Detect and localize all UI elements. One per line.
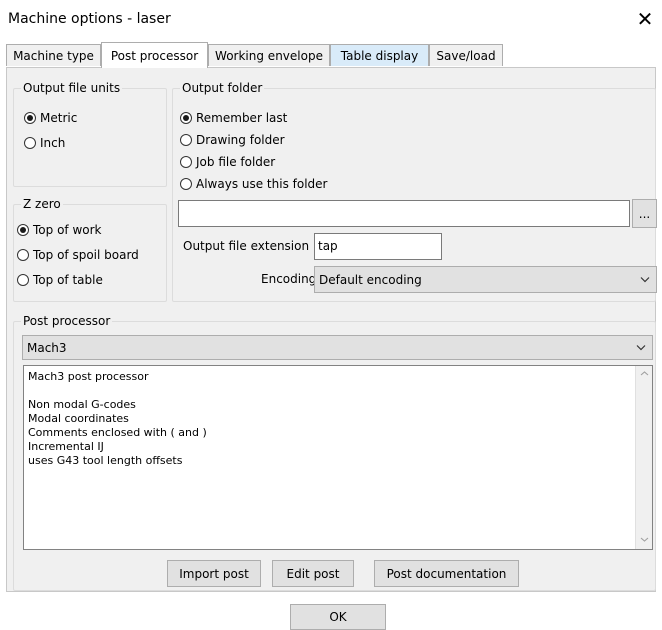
chevron-down-icon <box>636 342 646 353</box>
radio-top-of-spoil-board[interactable]: Top of spoil board <box>17 246 139 264</box>
window-title: Machine options - laser <box>8 11 171 27</box>
tab-working-envelope[interactable]: Working envelope <box>208 44 330 66</box>
radio-label: Top of work <box>33 223 102 237</box>
group-title: Z zero <box>21 197 63 211</box>
encoding-value: Default encoding <box>319 272 422 287</box>
z-zero-group: Z zero Top of work Top of spoil board To… <box>13 197 167 302</box>
radio-label: Top of spoil board <box>33 248 139 262</box>
encoding-select[interactable]: Default encoding <box>314 266 657 293</box>
description-line: Comments enclosed with ( and ) <box>28 426 207 439</box>
scroll-up-icon[interactable] <box>636 366 652 383</box>
radio-unchecked-icon <box>180 134 192 146</box>
ok-button[interactable]: OK <box>290 604 386 630</box>
radio-label: Inch <box>40 136 66 150</box>
description-line: Mach3 post processor <box>28 370 149 383</box>
radio-checked-icon <box>180 112 192 124</box>
radio-checked-icon <box>17 224 29 236</box>
radio-job-file-folder[interactable]: Job file folder <box>180 153 275 171</box>
radio-label: Top of table <box>33 273 103 287</box>
post-description-textarea[interactable]: Mach3 post processor Non modal G-codes M… <box>23 365 653 550</box>
chevron-down-icon <box>640 274 650 285</box>
post-processor-select[interactable]: Mach3 <box>22 335 653 360</box>
radio-label: Always use this folder <box>196 177 328 191</box>
radio-label: Drawing folder <box>196 133 285 147</box>
output-folder-group: Output folder Remember last Drawing fold… <box>172 81 657 302</box>
radio-unchecked-icon <box>180 156 192 168</box>
group-title: Post processor <box>21 314 113 328</box>
post-processor-group: Post processor Mach3 Mach3 post processo… <box>13 314 656 591</box>
vertical-scrollbar[interactable] <box>635 366 652 549</box>
description-line: Incremental IJ <box>28 440 104 453</box>
extension-input[interactable]: tap <box>314 233 442 260</box>
edit-post-button[interactable]: Edit post <box>272 560 354 587</box>
output-units-group: Output file units Metric Inch <box>13 81 167 187</box>
radio-unchecked-icon <box>17 249 29 261</box>
radio-metric[interactable]: Metric <box>24 109 77 127</box>
group-title: Output file units <box>21 81 123 95</box>
tab-panel: Output file units Metric Inch Z zero Top… <box>6 67 657 592</box>
scroll-down-icon[interactable] <box>636 532 652 549</box>
post-documentation-button[interactable]: Post documentation <box>374 560 519 587</box>
tab-table-display[interactable]: Table display <box>330 44 429 66</box>
radio-unchecked-icon <box>180 178 192 190</box>
radio-inch[interactable]: Inch <box>24 134 65 152</box>
radio-top-of-table[interactable]: Top of table <box>17 271 103 289</box>
tab-machine-type[interactable]: Machine type <box>6 44 101 66</box>
extension-label: Output file extension <box>183 239 310 253</box>
group-title: Output folder <box>180 81 265 95</box>
import-post-button[interactable]: Import post <box>167 560 261 587</box>
post-processor-value: Mach3 <box>27 340 67 355</box>
close-icon[interactable]: ✕ <box>632 6 658 32</box>
radio-drawing-folder[interactable]: Drawing folder <box>180 131 285 149</box>
folder-path-input[interactable] <box>178 200 630 227</box>
description-line: Non modal G-codes <box>28 398 136 411</box>
radio-top-of-work[interactable]: Top of work <box>17 221 101 239</box>
tab-post-processor[interactable]: Post processor <box>101 42 208 68</box>
browse-folder-button[interactable]: ... <box>632 199 657 228</box>
radio-unchecked-icon <box>24 137 36 149</box>
radio-checked-icon <box>24 112 36 124</box>
radio-label: Remember last <box>196 111 288 125</box>
description-line: uses G43 tool length offsets <box>28 454 183 467</box>
title-bar: Machine options - laser ✕ <box>0 0 662 40</box>
encoding-label: Encoding <box>261 272 317 286</box>
tab-save-load[interactable]: Save/load <box>429 44 503 66</box>
radio-always-use-folder[interactable]: Always use this folder <box>180 175 327 193</box>
radio-remember-last[interactable]: Remember last <box>180 109 287 127</box>
radio-unchecked-icon <box>17 274 29 286</box>
radio-label: Metric <box>40 111 78 125</box>
description-line: Modal coordinates <box>28 412 129 425</box>
radio-label: Job file folder <box>196 155 276 169</box>
